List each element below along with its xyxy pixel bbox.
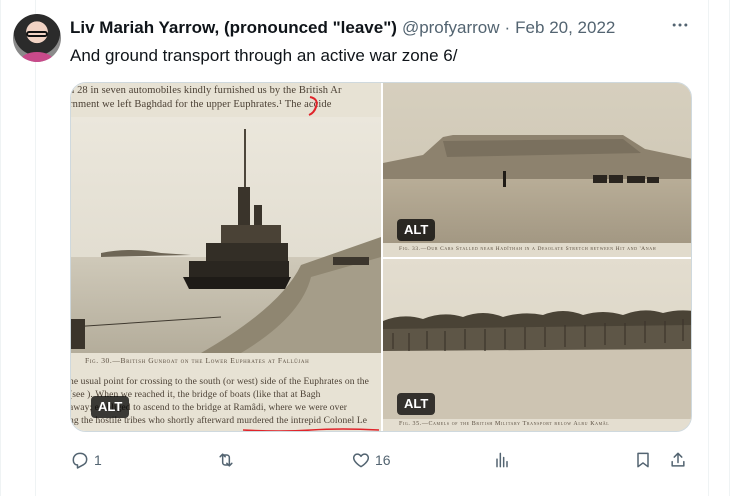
heart-icon	[352, 453, 370, 468]
tweet-article[interactable]: Liv Mariah Yarrow, (pronounced "leave") …	[0, 0, 730, 496]
header-separator: ·	[504, 18, 511, 37]
avatar-glasses	[26, 31, 48, 37]
views-chart-icon	[496, 452, 508, 468]
column-divider	[708, 0, 709, 496]
alt-text-button[interactable]: ALT	[397, 219, 436, 241]
tweet-actions: 1 16	[70, 448, 692, 472]
share-button[interactable]	[668, 448, 688, 472]
bookmark-icon	[637, 452, 649, 468]
media-image-camels[interactable]: Fig. 35.—Camels of the British Military …	[383, 259, 691, 431]
more-horizontal-icon[interactable]	[669, 14, 691, 36]
red-annotation-bracket	[308, 96, 318, 116]
media-grid: n 28 in seven automobiles kindly furnish…	[70, 82, 692, 432]
red-underline-annotation	[242, 428, 380, 431]
tweet-text: And ground transport through an active w…	[70, 46, 458, 65]
scan-text-line: n 28 in seven automobiles kindly furnish…	[71, 85, 342, 96]
media-image-cars[interactable]: Fig. 33.—Our Cars Stalled near Hadîthah …	[383, 83, 691, 257]
share-icon	[671, 452, 685, 467]
scan-text-line: rnment we left Baghdad for the upper Eup…	[71, 99, 332, 110]
reply-count: 1	[94, 452, 102, 468]
alt-text-button[interactable]: ALT	[397, 393, 436, 415]
image-caption: Fig. 30.—British Gunboat on the Lower Eu…	[85, 356, 310, 365]
retweet-button[interactable]	[216, 448, 240, 472]
retweet-icon	[219, 453, 233, 467]
tweet-date[interactable]: Feb 20, 2022	[515, 18, 615, 38]
gunboat-photo	[71, 117, 381, 353]
reply-button[interactable]: 1	[70, 448, 102, 472]
reply-icon	[72, 452, 88, 469]
image-caption: Fig. 35.—Camels of the British Military …	[399, 421, 610, 427]
scan-text-line: he usual point for crossing to the south…	[71, 377, 369, 387]
image-caption: Fig. 33.—Our Cars Stalled near Hadîthah …	[399, 246, 657, 252]
media-image-gunboat[interactable]: n 28 in seven automobiles kindly furnish…	[71, 83, 381, 431]
thread-divider	[35, 0, 36, 496]
tweet-header: Liv Mariah Yarrow, (pronounced "leave") …	[70, 16, 615, 40]
author-handle[interactable]: @profyarrow	[402, 18, 500, 38]
author-name[interactable]: Liv Mariah Yarrow, (pronounced "leave")	[70, 18, 397, 38]
avatar-shirt	[21, 52, 53, 62]
like-count: 16	[375, 452, 391, 468]
like-button[interactable]: 16	[351, 448, 391, 472]
alt-text-button[interactable]: ALT	[91, 396, 130, 418]
bookmark-button[interactable]	[633, 448, 653, 472]
avatar[interactable]	[13, 14, 61, 62]
views-button[interactable]	[492, 448, 512, 472]
